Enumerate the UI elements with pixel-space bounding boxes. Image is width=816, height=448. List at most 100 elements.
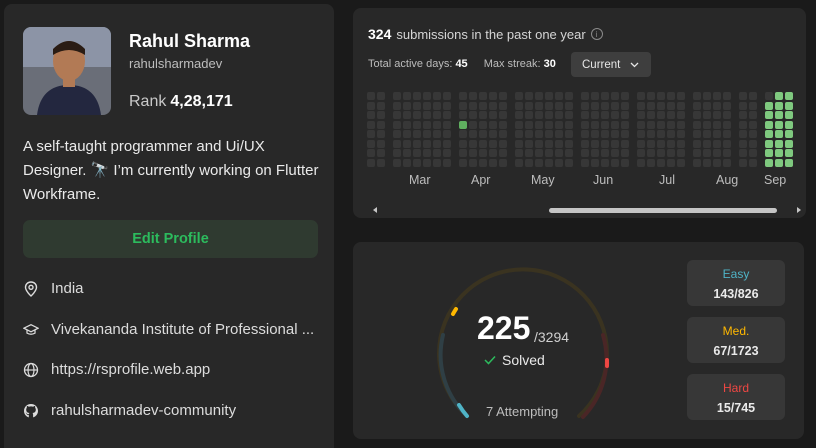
heatmap-cell[interactable] xyxy=(621,120,629,129)
info-icon[interactable]: i xyxy=(590,28,603,40)
heatmap-cell[interactable] xyxy=(443,92,451,100)
heatmap-cell[interactable] xyxy=(749,130,757,138)
heatmap-cell[interactable] xyxy=(393,101,401,110)
heatmap-cell[interactable] xyxy=(535,101,543,110)
heatmap-cell[interactable] xyxy=(621,92,629,100)
heatmap-cell[interactable] xyxy=(403,149,411,157)
heatmap-cell[interactable] xyxy=(657,92,665,100)
heatmap-cell[interactable] xyxy=(545,158,553,167)
website-link[interactable]: https://rsprofile.web.app xyxy=(51,361,210,378)
difficulty-easy[interactable]: Easy 143/826 xyxy=(687,260,785,306)
heatmap-cell[interactable] xyxy=(713,130,721,138)
heatmap-cell[interactable] xyxy=(499,149,507,157)
heatmap-cell[interactable] xyxy=(785,130,793,138)
heatmap-cell[interactable] xyxy=(367,158,375,167)
heatmap-cell[interactable] xyxy=(525,149,533,157)
heatmap-cell[interactable] xyxy=(657,139,665,148)
heatmap-cell[interactable] xyxy=(647,92,655,100)
heatmap-cell[interactable] xyxy=(545,111,553,119)
heatmap-cell[interactable] xyxy=(433,101,441,110)
heatmap-cell[interactable] xyxy=(459,139,467,148)
heatmap-cell[interactable] xyxy=(775,149,783,157)
heatmap-cell[interactable] xyxy=(601,139,609,148)
heatmap-cell[interactable] xyxy=(703,92,711,100)
heatmap-cell[interactable] xyxy=(525,158,533,167)
heatmap-cell[interactable] xyxy=(677,120,685,129)
heatmap-cell[interactable] xyxy=(525,101,533,110)
heatmap-cell[interactable] xyxy=(647,111,655,119)
heatmap-cell[interactable] xyxy=(469,92,477,100)
heatmap-cell[interactable] xyxy=(591,139,599,148)
heatmap-cell[interactable] xyxy=(377,92,385,100)
heatmap-cell[interactable] xyxy=(749,139,757,148)
heatmap-cell[interactable] xyxy=(403,130,411,138)
heatmap-cell[interactable] xyxy=(489,111,497,119)
heatmap-cell[interactable] xyxy=(377,139,385,148)
heatmap-cell[interactable] xyxy=(591,149,599,157)
heatmap-cell[interactable] xyxy=(469,149,477,157)
heatmap-cell[interactable] xyxy=(555,92,563,100)
heatmap-cell[interactable] xyxy=(693,149,701,157)
heatmap-cell[interactable] xyxy=(611,111,619,119)
github-row[interactable]: rahulsharmadev-community xyxy=(23,402,323,419)
heatmap-cell[interactable] xyxy=(433,149,441,157)
heatmap-cell[interactable] xyxy=(621,130,629,138)
heatmap-cell[interactable] xyxy=(489,120,497,129)
heatmap-cell[interactable] xyxy=(667,139,675,148)
heatmap-cell[interactable] xyxy=(393,149,401,157)
heatmap-cell[interactable] xyxy=(459,149,467,157)
heatmap-cell[interactable] xyxy=(611,92,619,100)
heatmap-cell[interactable] xyxy=(611,101,619,110)
heatmap-cell[interactable] xyxy=(647,149,655,157)
heatmap-cell[interactable] xyxy=(545,130,553,138)
heatmap-cell[interactable] xyxy=(459,92,467,100)
heatmap-cell[interactable] xyxy=(479,158,487,167)
heatmap-cell[interactable] xyxy=(703,101,711,110)
heatmap-cell[interactable] xyxy=(601,130,609,138)
heatmap-cell[interactable] xyxy=(749,101,757,110)
heatmap-cell[interactable] xyxy=(637,139,645,148)
heatmap-cell[interactable] xyxy=(739,92,747,100)
heatmap-cell[interactable] xyxy=(469,101,477,110)
heatmap-cell[interactable] xyxy=(433,120,441,129)
heatmap-cell[interactable] xyxy=(535,111,543,119)
heatmap-cell[interactable] xyxy=(749,111,757,119)
heatmap-cell[interactable] xyxy=(545,149,553,157)
heatmap-cell[interactable] xyxy=(535,139,543,148)
heatmap-cell[interactable] xyxy=(723,130,731,138)
scroll-left-icon[interactable] xyxy=(371,206,379,214)
heatmap-cell[interactable] xyxy=(713,120,721,129)
heatmap-cell[interactable] xyxy=(367,111,375,119)
heatmap-cell[interactable] xyxy=(723,92,731,100)
heatmap-cell[interactable] xyxy=(515,158,523,167)
heatmap-cell[interactable] xyxy=(555,149,563,157)
heatmap-cell[interactable] xyxy=(693,130,701,138)
heatmap-cell[interactable] xyxy=(785,139,793,148)
heatmap-cell[interactable] xyxy=(775,139,783,148)
heatmap-cell[interactable] xyxy=(423,158,431,167)
heatmap-cell[interactable] xyxy=(677,158,685,167)
heatmap-cell[interactable] xyxy=(565,130,573,138)
heatmap-cell[interactable] xyxy=(393,111,401,119)
heatmap-cell[interactable] xyxy=(367,149,375,157)
heatmap-cell[interactable] xyxy=(443,158,451,167)
heatmap-cell[interactable] xyxy=(637,101,645,110)
heatmap-cell[interactable] xyxy=(393,158,401,167)
heatmap-cell[interactable] xyxy=(703,120,711,129)
heatmap-cell[interactable] xyxy=(433,92,441,100)
heatmap-cell[interactable] xyxy=(515,149,523,157)
heatmap-cell[interactable] xyxy=(581,139,589,148)
heatmap-cell[interactable] xyxy=(693,101,701,110)
heatmap-cell[interactable] xyxy=(647,130,655,138)
heatmap-cell[interactable] xyxy=(413,101,421,110)
heatmap-cell[interactable] xyxy=(469,111,477,119)
heatmap-cell[interactable] xyxy=(393,139,401,148)
heatmap-cell[interactable] xyxy=(413,92,421,100)
heatmap-cell[interactable] xyxy=(479,101,487,110)
github-link[interactable]: rahulsharmadev-community xyxy=(51,402,236,419)
heatmap-cell[interactable] xyxy=(489,158,497,167)
heatmap-cell[interactable] xyxy=(515,139,523,148)
heatmap-cell[interactable] xyxy=(413,120,421,129)
heatmap-cell[interactable] xyxy=(367,120,375,129)
heatmap-cell[interactable] xyxy=(601,120,609,129)
